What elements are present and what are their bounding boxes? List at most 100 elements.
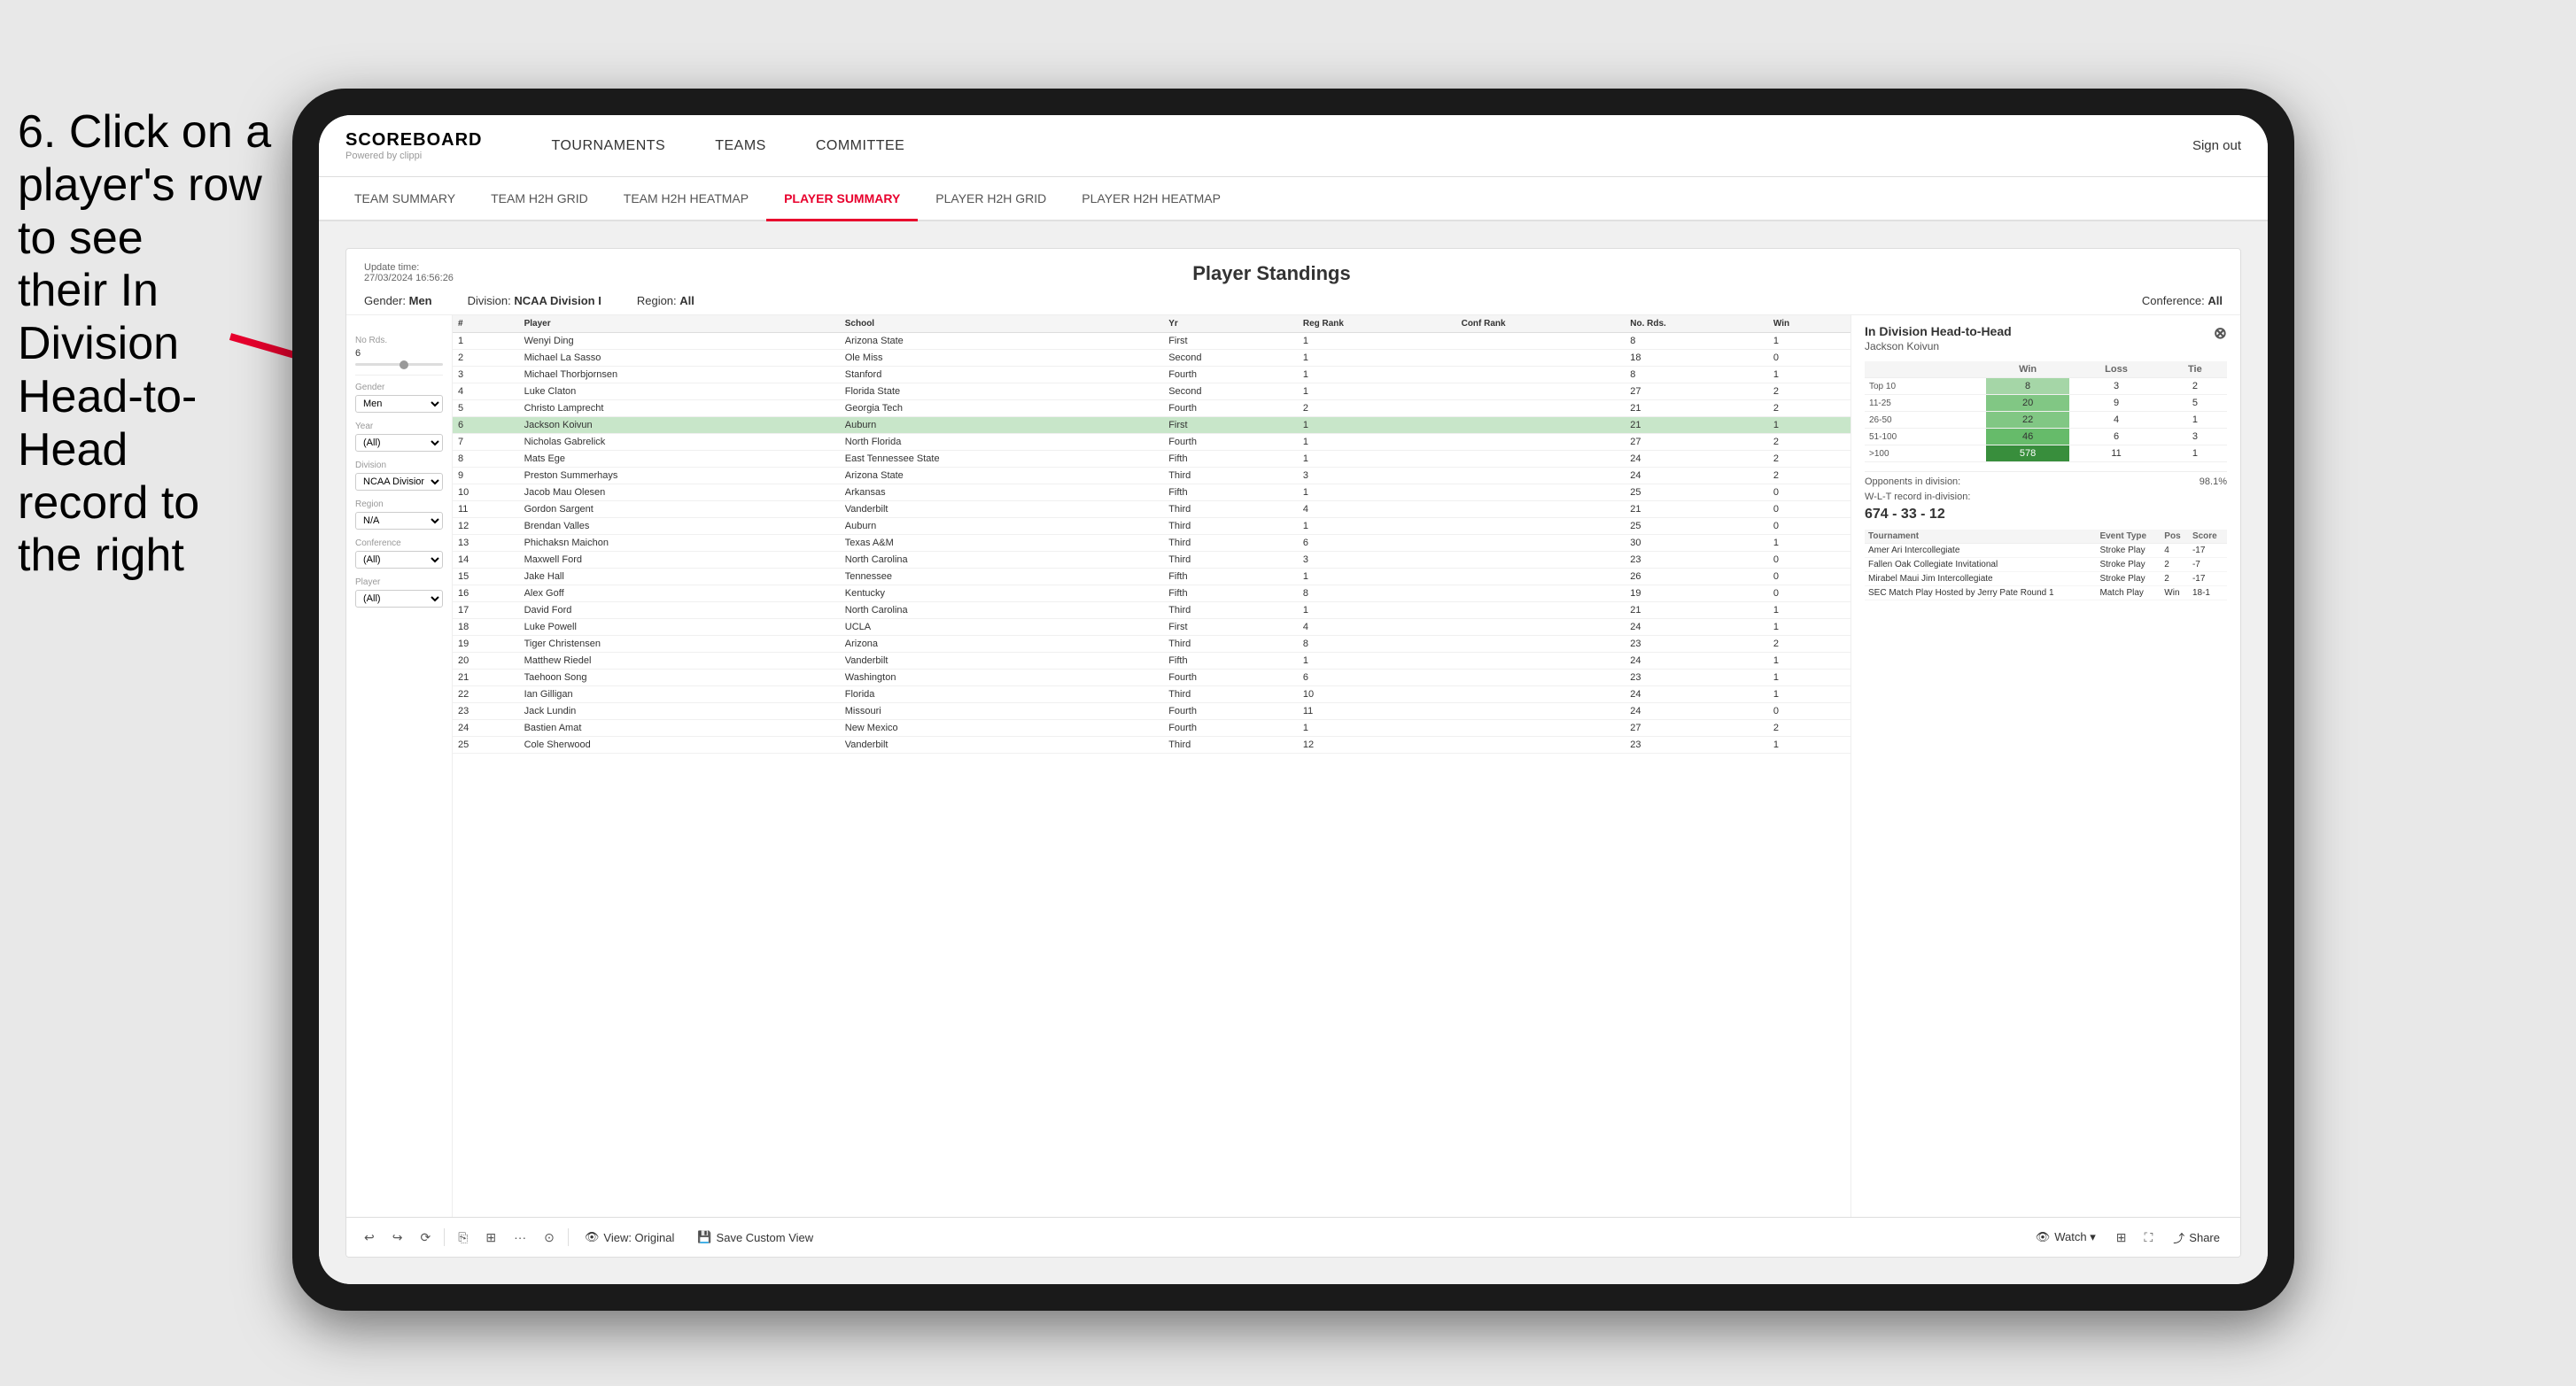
col-win-header: Win [1986, 361, 2069, 378]
tab-team-h2h-heatmap[interactable]: TEAM H2H HEATMAP [606, 177, 766, 221]
fullscreen-button[interactable]: ⛶ [2139, 1227, 2157, 1248]
right-panel: In Division Head-to-Head Jackson Koivun … [1851, 315, 2240, 1217]
tab-team-summary[interactable]: TEAM SUMMARY [337, 177, 473, 221]
player-panel: Player (All) [355, 577, 443, 609]
dashboard: Update time: 27/03/2024 16:56:26 Player … [345, 248, 2241, 1258]
conference-select[interactable]: (All) [355, 551, 443, 569]
table-row[interactable]: 7 Nicholas Gabrelick North Florida Fourt… [453, 434, 1851, 451]
watch-icon: 👁 [2036, 1230, 2051, 1244]
tournament-row: Mirabel Maui Jim Intercollegiate Stroke … [1865, 572, 2227, 586]
sign-out-button[interactable]: Sign out [2192, 138, 2241, 153]
layout-button[interactable]: ⊞ [2112, 1227, 2131, 1248]
tablet-frame: SCOREBOARD Powered by clippi TOURNAMENTS… [292, 89, 2294, 1311]
table-row[interactable]: 19 Tiger Christensen Arizona Third 8 23 … [453, 636, 1851, 653]
col-reg-rank: Reg Rank [1298, 315, 1456, 333]
no-rds-slider[interactable] [355, 363, 443, 366]
gender-select[interactable]: Men [355, 395, 443, 413]
col-rds: No. Rds. [1625, 315, 1768, 333]
col-player: Player [519, 315, 840, 333]
update-time: Update time: 27/03/2024 16:56:26 [364, 262, 454, 283]
instruction-text: 6. Click on a player's row to see their … [0, 106, 275, 583]
h2h-row: >100 578 11 1 [1865, 445, 2227, 462]
no-rds-section: No Rds. 6 [355, 324, 443, 376]
tab-team-h2h-grid[interactable]: TEAM H2H GRID [473, 177, 606, 221]
table-row[interactable]: 4 Luke Claton Florida State Second 1 27 … [453, 383, 1851, 400]
region-select[interactable]: N/A [355, 512, 443, 530]
watch-button[interactable]: 👁 Watch ▾ [2029, 1227, 2103, 1247]
table-row[interactable]: 15 Jake Hall Tennessee Fifth 1 26 0 [453, 569, 1851, 585]
h2h-close-button[interactable]: ⊗ [2214, 324, 2227, 343]
table-row[interactable]: 3 Michael Thorbjornsen Stanford Fourth 1… [453, 367, 1851, 383]
table-row[interactable]: 22 Ian Gilligan Florida Third 10 24 1 [453, 686, 1851, 703]
table-row[interactable]: 16 Alex Goff Kentucky Fifth 8 19 0 [453, 585, 1851, 602]
more-button[interactable]: ··· [509, 1227, 531, 1247]
save-custom-button[interactable]: 💾 Save Custom View [690, 1227, 820, 1247]
table-row[interactable]: 2 Michael La Sasso Ole Miss Second 1 18 … [453, 350, 1851, 367]
restore-button[interactable]: ⊙ [539, 1227, 559, 1248]
paste-button[interactable]: ⊞ [481, 1227, 500, 1248]
col-loss-header: Loss [2069, 361, 2162, 378]
reset-button[interactable]: ⟳ [415, 1227, 435, 1248]
bottom-toolbar: ↩ ↪ ⟳ ⎘ ⊞ ··· ⊙ 👁 View: Original 💾 [346, 1217, 2240, 1257]
wl-record: 674 - 33 - 12 [1865, 507, 2227, 523]
table-row[interactable]: 5 Christo Lamprecht Georgia Tech Fourth … [453, 400, 1851, 417]
table-row[interactable]: 25 Cole Sherwood Vanderbilt Third 12 23 … [453, 737, 1851, 754]
save-icon: 💾 [697, 1230, 711, 1244]
table-row[interactable]: 24 Bastien Amat New Mexico Fourth 1 27 2 [453, 720, 1851, 737]
tab-player-h2h-grid[interactable]: PLAYER H2H GRID [918, 177, 1064, 221]
h2h-row: 26-50 22 4 1 [1865, 412, 2227, 429]
table-row[interactable]: 17 David Ford North Carolina Third 1 21 … [453, 602, 1851, 619]
year-panel: Year (All) [355, 422, 443, 453]
table-row[interactable]: 1 Wenyi Ding Arizona State First 1 8 1 [453, 333, 1851, 350]
center-table: # Player School Yr Reg Rank Conf Rank No… [453, 315, 1851, 1217]
opponents-label: Opponents in division: [1865, 476, 1960, 487]
table-row[interactable]: 20 Matthew Riedel Vanderbilt Fifth 1 24 … [453, 653, 1851, 670]
col-win: Win [1768, 315, 1851, 333]
table-row[interactable]: 11 Gordon Sargent Vanderbilt Third 4 21 … [453, 501, 1851, 518]
share-icon: ⤴ [2173, 1229, 2184, 1246]
sub-nav: TEAM SUMMARY TEAM H2H GRID TEAM H2H HEAT… [319, 177, 2268, 221]
view-original-button[interactable]: 👁 View: Original [578, 1227, 681, 1247]
player-select[interactable]: (All) [355, 590, 443, 608]
tab-player-h2h-heatmap[interactable]: PLAYER H2H HEATMAP [1064, 177, 1238, 221]
tablet-screen: SCOREBOARD Powered by clippi TOURNAMENTS… [319, 115, 2268, 1284]
table-row[interactable]: 8 Mats Ege East Tennessee State Fifth 1 … [453, 451, 1851, 468]
table-row[interactable]: 13 Phichaksn Maichon Texas A&M Third 6 3… [453, 535, 1851, 552]
h2h-row: Top 10 8 3 2 [1865, 378, 2227, 395]
dashboard-title: Player Standings [454, 262, 2090, 285]
undo-button[interactable]: ↩ [360, 1227, 379, 1248]
left-panel: No Rds. 6 Gender Men [346, 315, 453, 1217]
wl-row: W-L-T record in-division: [1865, 492, 2227, 502]
table-row[interactable]: 14 Maxwell Ford North Carolina Third 3 2… [453, 552, 1851, 569]
h2h-player-name: Jackson Koivun [1865, 340, 2227, 352]
view-icon: 👁 [585, 1230, 600, 1244]
h2h-row: 11-25 20 9 5 [1865, 395, 2227, 412]
table-row[interactable]: 18 Luke Powell UCLA First 4 24 1 [453, 619, 1851, 636]
h2h-table-header: Win Loss Tie [1865, 361, 2227, 378]
nav-tournaments[interactable]: TOURNAMENTS [526, 115, 690, 177]
share-button[interactable]: ⤴ Share [2166, 1227, 2227, 1249]
col-score: Score [2189, 530, 2227, 544]
copy-button[interactable]: ⎘ [454, 1227, 472, 1248]
table-row[interactable]: 12 Brendan Valles Auburn Third 1 25 0 [453, 518, 1851, 535]
tournament-body: Amer Ari Intercollegiate Stroke Play 4 -… [1865, 544, 2227, 600]
tab-player-summary[interactable]: PLAYER SUMMARY [766, 177, 918, 221]
table-row[interactable]: 21 Taehoon Song Washington Fourth 6 23 1 [453, 670, 1851, 686]
logo-text: SCOREBOARD [345, 130, 482, 151]
opponents-percent: 98.1% [2200, 476, 2227, 487]
nav-committee[interactable]: COMMITTEE [791, 115, 930, 177]
redo-button[interactable]: ↪ [388, 1227, 407, 1248]
region-filter: Region: All [637, 294, 694, 307]
nav-teams[interactable]: TEAMS [690, 115, 791, 177]
table-row[interactable]: 23 Jack Lundin Missouri Fourth 11 24 0 [453, 703, 1851, 720]
table-row[interactable]: 10 Jacob Mau Olesen Arkansas Fifth 1 25 … [453, 484, 1851, 501]
separator-2 [568, 1228, 569, 1246]
division-filter: Division: NCAA Division I [468, 294, 601, 307]
table-row[interactable]: 6 Jackson Koivun Auburn First 1 21 1 [453, 417, 1851, 434]
year-select[interactable]: (All) [355, 434, 443, 452]
table-row[interactable]: 9 Preston Summerhays Arizona State Third… [453, 468, 1851, 484]
division-panel: Division NCAA Division I [355, 461, 443, 492]
filter-row: Gender: Men Division: NCAA Division I Re… [346, 290, 2240, 315]
division-select[interactable]: NCAA Division I [355, 473, 443, 491]
col-tie-header: Tie [2163, 361, 2227, 378]
